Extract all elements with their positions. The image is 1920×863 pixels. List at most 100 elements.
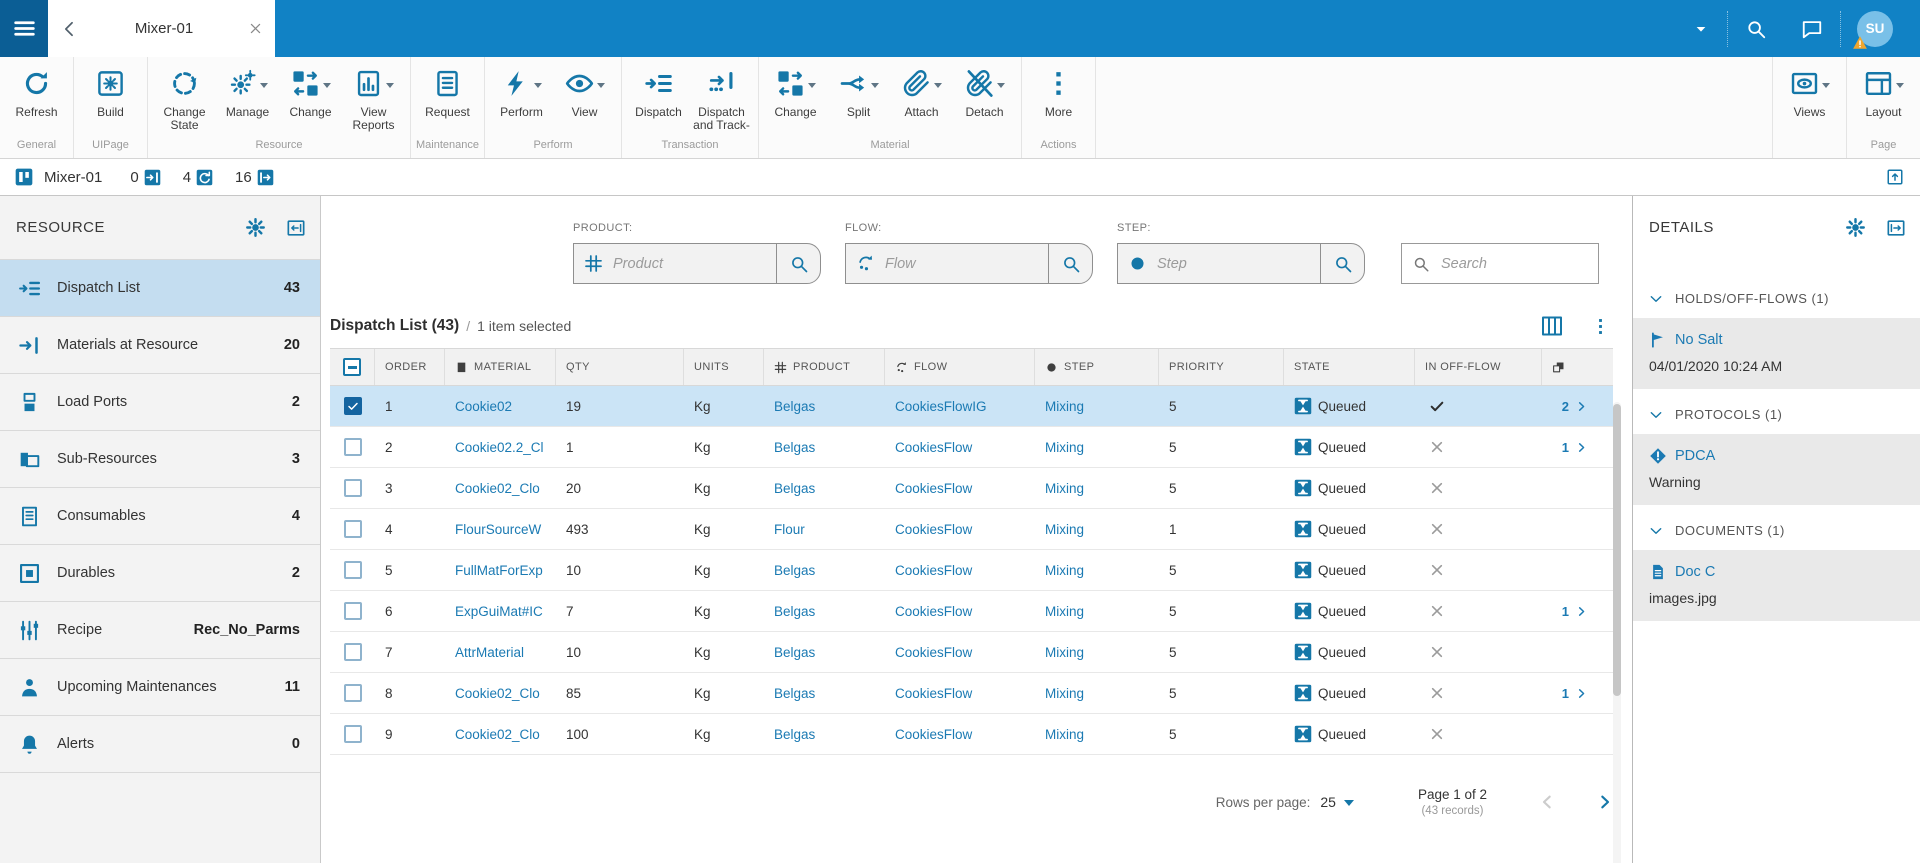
dispatch-and-track-button[interactable]: Dispatch and Track- [690,66,753,137]
material-link[interactable]: ExpGuiMat#IC [445,591,556,631]
wip-counter[interactable]: 0 [130,169,160,186]
material-link[interactable]: Cookie02.2_Cl [445,427,556,467]
sidebar-item-dispatch-list[interactable]: Dispatch List 43 [0,260,320,317]
product-link[interactable]: Flour [764,509,885,549]
column-header-product[interactable]: PRODUCT [764,349,885,385]
manage-button[interactable]: Manage [216,66,279,137]
material-link[interactable]: AttrMaterial [445,632,556,672]
step-link[interactable]: Mixing [1035,591,1159,631]
sidebar-item-durables[interactable]: Durables 2 [0,545,320,602]
table-row[interactable]: 8 Cookie02_Clo 85 Kg Belgas CookiesFlow Mixing… [330,673,1613,714]
step-link[interactable]: Mixing [1035,550,1159,590]
section-header-documents-1[interactable]: DOCUMENTS (1) [1649,523,1904,538]
step-lookup-button[interactable] [1320,244,1364,283]
search-input[interactable] [1439,254,1588,273]
row-checkbox[interactable] [343,479,362,497]
indeterminate-checkbox[interactable] [343,358,361,376]
sidebar-item-upcoming-maintenances[interactable]: Upcoming Maintenances 11 [0,659,320,716]
layout-button[interactable]: Layout [1852,66,1915,137]
main-menu-button[interactable] [0,0,48,57]
row-checkbox[interactable] [343,643,362,661]
column-header-step[interactable]: STEP [1035,349,1159,385]
tab-mixer-01[interactable]: Mixer-01 [48,0,275,57]
change-state-button[interactable]: Change State [153,66,216,137]
column-header-material[interactable]: MATERIAL [445,349,556,385]
column-header-flow[interactable]: FLOW [885,349,1035,385]
sidebar-item-load-ports[interactable]: Load Ports 2 [0,374,320,431]
detach-button[interactable]: Detach [953,66,1016,137]
product-link[interactable]: Belgas [764,673,885,713]
tab-list-caret-icon[interactable] [1693,21,1709,37]
row-checkbox[interactable] [343,438,362,456]
sidebar-item-recipe[interactable]: Recipe Rec_No_Parms [0,602,320,659]
column-header-copies-icon[interactable] [1542,349,1613,385]
column-header-units[interactable]: UNITS [684,349,764,385]
flow-link[interactable]: CookiesFlow [885,714,1035,754]
product-link[interactable]: Belgas [764,468,885,508]
wip-counter[interactable]: 16 [235,169,274,186]
close-icon[interactable] [248,21,263,36]
dispatch-button[interactable]: Dispatch [627,66,690,137]
row-checkbox[interactable] [343,684,362,702]
section-header-protocols-1[interactable]: PROTOCOLS (1) [1649,407,1904,422]
product-link[interactable]: Belgas [764,632,885,672]
sidebar-settings-gear-icon[interactable] [245,217,266,238]
table-row[interactable]: 2 Cookie02.2_Cl 1 Kg Belgas CookiesFlow Mixing… [330,427,1613,468]
column-header-order[interactable]: ORDER [375,349,445,385]
table-row[interactable]: 6 ExpGuiMat#IC 7 Kg Belgas CookiesFlow Mixing 5… [330,591,1613,632]
perform-button[interactable]: Perform [490,66,553,137]
sidebar-item-consumables[interactable]: Consumables 4 [0,488,320,545]
table-row[interactable]: 9 Cookie02_Clo 100 Kg Belgas CookiesFlow Mixin… [330,714,1613,755]
material-link[interactable]: FlourSourceW [445,509,556,549]
material-link[interactable]: Cookie02_Clo [445,714,556,754]
previous-page-icon[interactable] [1539,794,1555,810]
refresh-button[interactable]: Refresh [5,66,68,137]
view-button[interactable]: View [553,66,616,137]
step-link[interactable]: Mixing [1035,468,1159,508]
flow-link[interactable]: CookiesFlow [885,468,1035,508]
select-all-checkbox[interactable] [330,349,375,385]
expand-page-icon[interactable] [1886,168,1904,186]
row-checkbox[interactable] [343,520,362,538]
step-link[interactable]: Mixing [1035,673,1159,713]
product-lookup-button[interactable] [776,244,820,283]
table-row[interactable]: 3 Cookie02_Clo 20 Kg Belgas CookiesFlow Mixing… [330,468,1613,509]
row-checkbox[interactable] [343,725,362,743]
subitems-link[interactable]: 1 [1542,673,1613,713]
flow-link[interactable]: CookiesFlow [885,509,1035,549]
table-row[interactable]: 7 AttrMaterial 10 Kg Belgas CookiesFlow Mixing… [330,632,1613,673]
user-avatar[interactable]: SU [1853,10,1893,49]
wip-counter[interactable]: 4 [183,169,213,186]
material-link[interactable]: Cookie02_Clo [445,468,556,508]
table-search-box[interactable] [1401,243,1599,284]
column-header-state[interactable]: STATE [1284,349,1415,385]
sidebar-collapse-icon[interactable] [286,218,306,238]
material-link[interactable]: Cookie02 [445,386,556,426]
step-link[interactable]: Mixing [1035,714,1159,754]
flow-lookup-button[interactable] [1048,244,1092,283]
table-row[interactable]: 5 FullMatForExp 10 Kg Belgas CookiesFlow Mixin… [330,550,1613,591]
details-card-doc-c[interactable]: Doc C images.jpg [1633,550,1920,621]
rows-per-page-caret-icon[interactable] [1343,799,1354,811]
details-collapse-icon[interactable] [1886,218,1906,238]
table-scrollbar[interactable] [1613,402,1621,863]
change-button[interactable]: Change [279,66,342,137]
table-row[interactable]: 4 FlourSourceW 493 Kg Flour CookiesFlow Mixing… [330,509,1613,550]
sidebar-item-materials-at-resource[interactable]: Materials at Resource 20 [0,317,320,374]
product-filter-input[interactable] [611,254,776,273]
subitems-link[interactable]: 1 [1542,427,1613,467]
rows-per-page-select[interactable]: 25 [1320,794,1336,810]
step-link[interactable]: Mixing [1035,386,1159,426]
build-button[interactable]: Build [79,66,142,137]
row-checkbox[interactable] [343,602,362,620]
row-checkbox[interactable] [343,561,362,579]
flow-link[interactable]: CookiesFlowIG [885,386,1035,426]
table-row[interactable]: 1 Cookie02 19 Kg Belgas CookiesFlowIG Mixing 5 Q… [330,386,1613,427]
details-card-no-salt[interactable]: No Salt 04/01/2020 10:24 AM [1633,318,1920,389]
step-link[interactable]: Mixing [1035,632,1159,672]
sidebar-item-sub-resources[interactable]: Sub-Resources 3 [0,431,320,488]
details-settings-gear-icon[interactable] [1845,217,1866,238]
view-reports-button[interactable]: View Reports [342,66,405,137]
attach-button[interactable]: Attach [890,66,953,137]
row-checkbox[interactable] [343,397,362,415]
